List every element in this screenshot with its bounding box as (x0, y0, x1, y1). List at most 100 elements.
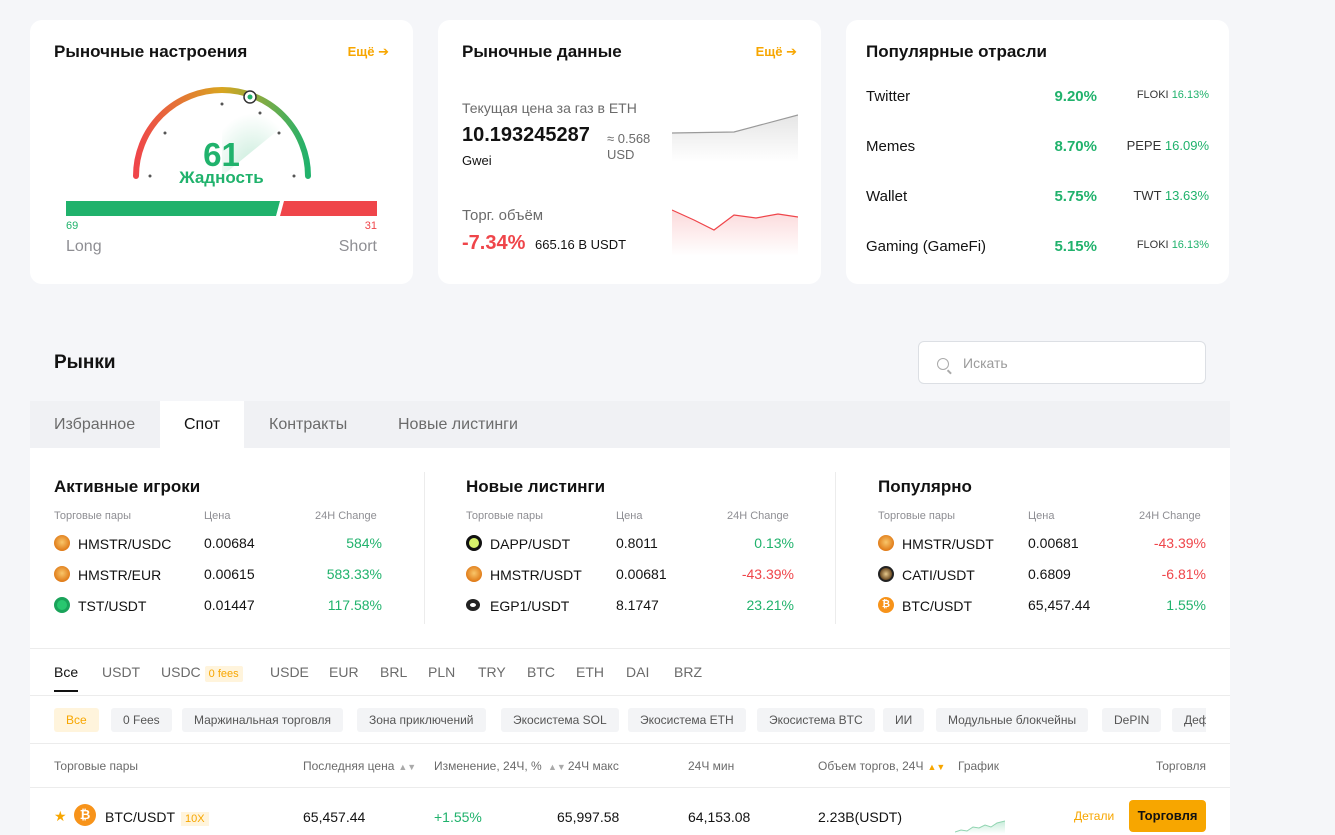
chip-modular[interactable]: Модульные блокчейны (936, 708, 1089, 732)
th-pair: Торговые пары (54, 759, 139, 773)
divider (30, 695, 1230, 696)
hmstr-coin-icon (54, 535, 70, 551)
industries-card: Популярные отрасли Twitter 9.20% FLOKI 1… (846, 20, 1229, 284)
th-trade: Торговля (1155, 759, 1206, 773)
hmstr-coin-icon (54, 566, 70, 582)
trend-row[interactable]: CATI/USDT 0.6809 -6.81% (878, 565, 1206, 585)
long-short-bar (66, 201, 377, 216)
zero-fees-badge: 0 fees (204, 666, 243, 682)
sentiment-title: Рыночные настроения (54, 42, 248, 61)
chip-zero-fees[interactable]: 0 Fees (111, 708, 172, 732)
cati-coin-icon (878, 566, 894, 582)
gas-sparkline (672, 114, 798, 162)
egp-coin-icon (466, 599, 480, 611)
category-chips: Все 0 Fees Маржинальная торговля Зона пр… (54, 708, 1206, 732)
tab-contracts[interactable]: Контракты (245, 401, 371, 448)
quote-tab-try[interactable]: TRY (478, 664, 506, 680)
markets-title: Рынки (54, 352, 116, 373)
quote-tab-brz[interactable]: BRZ (674, 664, 702, 680)
industry-row[interactable]: Wallet 5.75% TWT 13.63% (866, 188, 1209, 208)
chip-adventure[interactable]: Зона приключений (357, 708, 486, 732)
long-value: 69 (66, 220, 79, 232)
chip-all[interactable]: Все (54, 708, 99, 732)
quote-tab-eth[interactable]: ETH (576, 664, 604, 680)
trend-block-popular: Популярно Торговые пары Цена 24H Change … (854, 472, 1242, 632)
volume-24h: 2.23B(USDT) (818, 809, 903, 825)
trend-row[interactable]: HMSTR/USDC 0.00684 584% (54, 534, 382, 554)
tab-favorites[interactable]: Избранное (30, 401, 159, 448)
chip-defi[interactable]: Деф (1172, 708, 1206, 732)
trend-title: Популярно (878, 477, 972, 496)
trade-button[interactable]: Торговля (1129, 800, 1206, 832)
tab-new-listings[interactable]: Новые листинги (374, 401, 542, 448)
market-data-card: Рыночные данные Ещё ➔ Текущая цена за га… (438, 20, 821, 284)
quote-tab-btc[interactable]: BTC (527, 664, 555, 680)
industry-row[interactable]: Twitter 9.20% FLOKI 16.13% (866, 88, 1209, 108)
chip-margin[interactable]: Маржинальная торговля (182, 708, 343, 732)
col-price: Цена (204, 510, 231, 522)
arrow-right-icon: ➔ (378, 44, 389, 59)
quote-tab-usdc[interactable]: USDC 0 fees (161, 664, 243, 682)
gas-usd: ≈ 0.568 USD (607, 131, 651, 162)
long-label: Long (66, 238, 102, 255)
chip-ai[interactable]: ИИ (883, 708, 925, 732)
trend-row[interactable]: HMSTR/USDT 0.00681 -43.39% (878, 534, 1206, 554)
quote-tab-usdt[interactable]: USDT (102, 664, 140, 680)
search-box[interactable] (918, 341, 1206, 384)
quote-tab-brl[interactable]: BRL (380, 664, 407, 680)
industry-row[interactable]: Memes 8.70% PEPE 16.09% (866, 138, 1209, 158)
th-change[interactable]: Изменение, 24Ч, % (434, 759, 542, 773)
sort-icon: ▲▼ (398, 762, 417, 772)
th-high[interactable]: ▲▼ 24Ч макс (548, 759, 619, 773)
trend-row[interactable]: EGP1/USDT 8.1747 23.21% (466, 596, 794, 616)
sentiment-label: Жадность (179, 168, 264, 187)
low-24h: 64,153.08 (688, 809, 751, 825)
chip-sol[interactable]: Экосистема SOL (501, 708, 619, 732)
trend-title: Активные игроки (54, 477, 201, 496)
leverage-badge: 10X (181, 812, 209, 826)
search-icon (937, 358, 949, 370)
details-link[interactable]: Детали (1074, 809, 1114, 823)
favorite-star-icon[interactable]: ★ (54, 808, 67, 825)
quote-tab-dai[interactable]: DAI (626, 664, 649, 680)
industry-row[interactable]: Gaming (GameFi) 5.15% FLOKI 16.13% (866, 238, 1209, 258)
sentiment-more-link[interactable]: Ещё ➔ (348, 44, 389, 60)
trend-row[interactable]: ₿ BTC/USDT 65,457.44 1.55% (878, 596, 1206, 616)
trend-row[interactable]: TST/USDT 0.01447 117.58% (54, 596, 382, 616)
th-volume[interactable]: Объем торгов, 24Ч ▲▼ (818, 759, 945, 773)
trend-row[interactable]: HMSTR/EUR 0.00615 583.33% (54, 565, 382, 585)
chip-depin[interactable]: DePIN (1102, 708, 1162, 732)
chip-btc[interactable]: Экосистема BTC (757, 708, 875, 732)
quote-tab-usde[interactable]: USDE (270, 664, 309, 680)
gas-value: 10.193245287 (462, 124, 590, 146)
gas-label: Текущая цена за газ в ETH (462, 100, 637, 116)
divider (424, 472, 425, 624)
dapp-coin-icon (466, 535, 482, 551)
th-chart: График (958, 759, 999, 773)
market-tabs: Избранное Спот Контракты Новые листинги (30, 401, 1230, 448)
tab-spot[interactable]: Спот (160, 401, 245, 448)
th-last-price[interactable]: Последняя цена ▲▼ (303, 759, 416, 773)
col-pairs: Торговые пары (878, 510, 956, 522)
volume-label: Торг. объём (462, 207, 544, 224)
price-sparkline (955, 820, 1005, 834)
sentiment-card: Рыночные настроения Ещё ➔ 61 Жадность 69… (30, 20, 413, 284)
th-low[interactable]: 24Ч мин (688, 759, 734, 773)
hmstr-coin-icon (878, 535, 894, 551)
market-data-more-link[interactable]: Ещё ➔ (756, 44, 797, 60)
trend-row[interactable]: HMSTR/USDT 0.00681 -43.39% (466, 565, 794, 585)
trend-row[interactable]: DAPP/USDT 0.8011 0.13% (466, 534, 794, 554)
trend-block-active: Активные игроки Торговые пары Цена 24H C… (30, 472, 418, 632)
col-price: Цена (616, 510, 643, 522)
arrow-right-icon: ➔ (786, 44, 797, 59)
quote-tab-all[interactable]: Все (54, 664, 78, 680)
quote-tabs: Все USDT USDC 0 fees USDE EUR BRL PLN TRY… (54, 664, 1204, 688)
col-pairs: Торговые пары (54, 510, 132, 522)
quote-tab-eur[interactable]: EUR (329, 664, 359, 680)
quote-tab-pln[interactable]: PLN (428, 664, 455, 680)
search-input[interactable] (963, 352, 1183, 374)
last-price: 65,457.44 (303, 809, 366, 825)
table-row[interactable]: ★ ₿ BTC/USDT 10X 65,457.44 +1.55% 65,997.… (30, 800, 1230, 834)
volume-value: 665.16 B USDT (535, 237, 627, 252)
chip-eth[interactable]: Экосистема ETH (628, 708, 746, 732)
